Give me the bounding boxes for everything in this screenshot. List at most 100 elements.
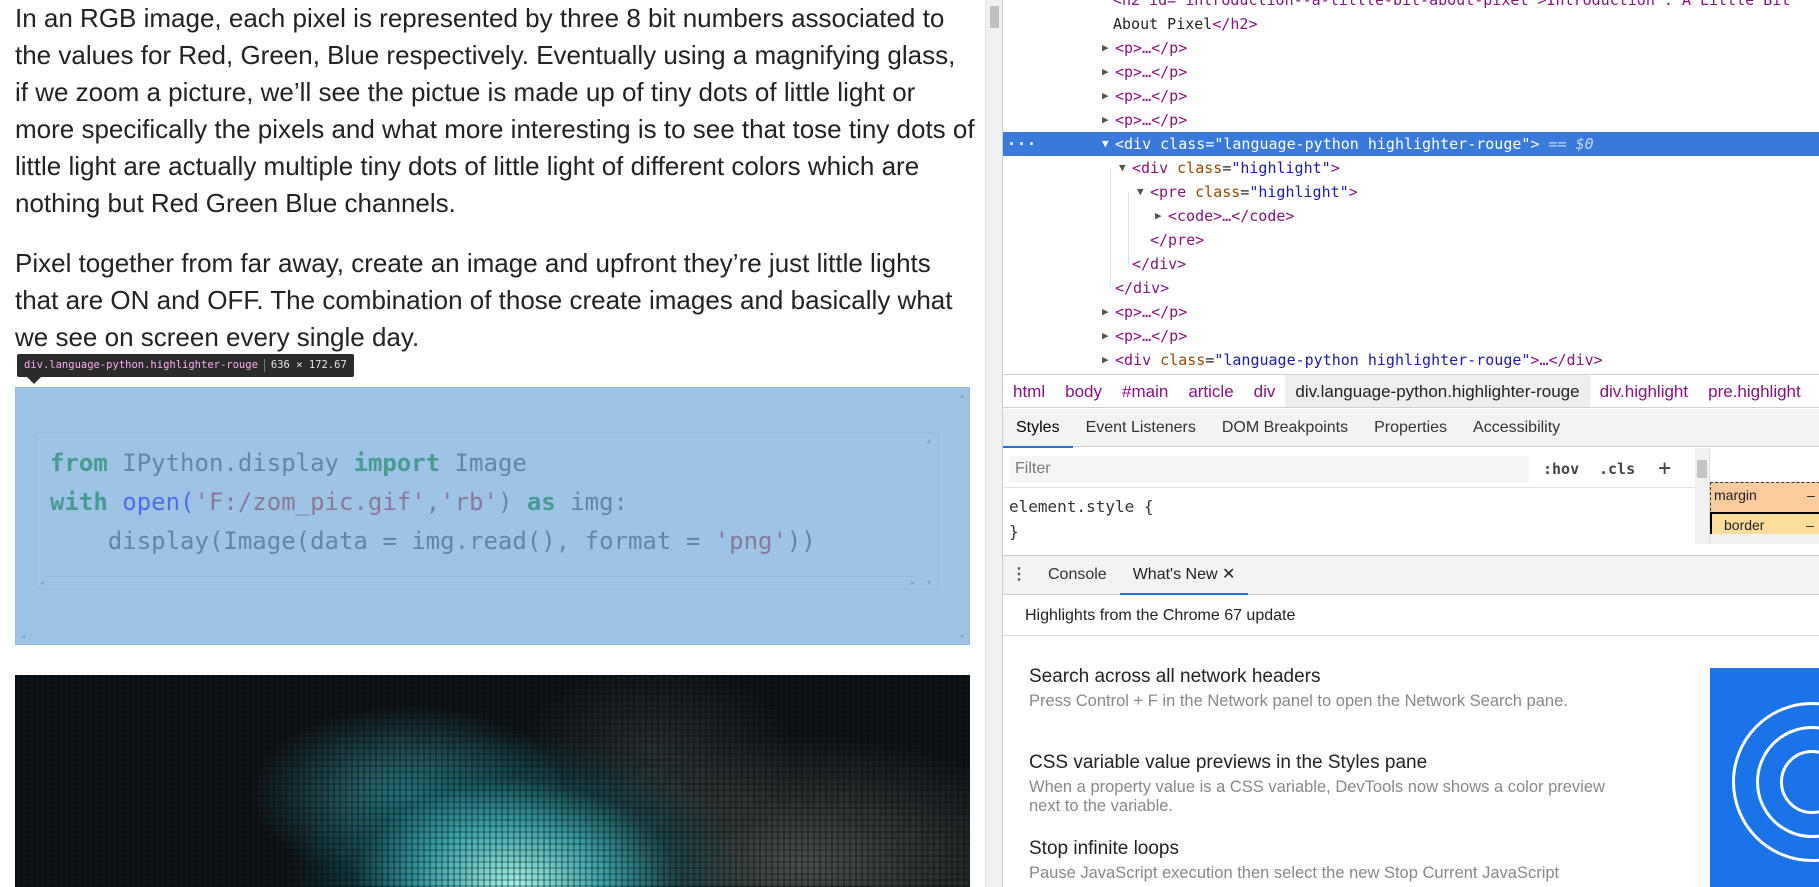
breadcrumb-item-article[interactable]: article	[1178, 375, 1243, 407]
tree-open-tag: <div	[1115, 351, 1152, 369]
whats-new-list: Search across all network headers Press …	[1003, 637, 1819, 887]
news-item[interactable]: CSS variable value previews in the Style…	[1029, 751, 1629, 816]
tab-styles[interactable]: Styles	[1003, 410, 1073, 448]
page-scrollbar-thumb[interactable]	[990, 6, 999, 28]
scroll-right-arrow-icon: ▸	[910, 578, 915, 587]
console-ref-marker: == $0	[1548, 135, 1594, 153]
page-scrollbar[interactable]	[985, 0, 1002, 887]
tab-whats-new-label: What's New	[1132, 566, 1218, 583]
code-token: Image	[454, 449, 527, 477]
tooltip-selector: div.language-python.highlighter-rouge	[24, 359, 258, 371]
new-style-rule-button[interactable]: +	[1658, 456, 1671, 482]
tree-node-text: <p>…</p>	[1115, 39, 1188, 57]
code-line: from IPython.display import Image	[50, 444, 937, 483]
box-model-scrollbar[interactable]	[1710, 534, 1819, 544]
scroll-left-arrow-icon: ◂	[40, 578, 45, 587]
tree-node-pre-close[interactable]: </pre>	[1003, 228, 1819, 252]
tree-node-pre[interactable]: ▼ <pre class="highlight">	[1003, 180, 1819, 204]
scroll-down-arrow-icon: ▾	[926, 578, 931, 587]
breadcrumb-item-div-highlight[interactable]: div.highlight	[1590, 375, 1699, 407]
tree-node-div[interactable]: ▶ <div class="language-python highlighte…	[1003, 348, 1819, 372]
tab-console[interactable]: Console	[1035, 556, 1120, 594]
tree-node-selected-div[interactable]: ··· ▼ <div class="language-python highli…	[1003, 132, 1819, 156]
drawer-menu-icon[interactable]: ⋮	[1003, 556, 1035, 594]
tree-close-tag: </div>	[1115, 279, 1170, 297]
code-token: ))	[786, 527, 816, 555]
styles-filter-input[interactable]	[1009, 456, 1529, 482]
scroll-up-arrow-icon: ▴	[959, 391, 964, 400]
expand-triangle-icon[interactable]: ▶	[1102, 84, 1109, 108]
rule-selector: element.style {	[1009, 497, 1154, 516]
expand-triangle-icon[interactable]: ▶	[1155, 204, 1162, 228]
expand-triangle-icon[interactable]: ▶	[1102, 60, 1109, 84]
code-token: )	[497, 488, 513, 516]
code-token: display(Image(data = img.read(), format …	[107, 527, 715, 555]
code-horizontal-scrollbar[interactable]	[46, 576, 915, 582]
tab-event-listeners[interactable]: Event Listeners	[1073, 409, 1209, 447]
tree-node-p[interactable]: ▶ <p>…</p>	[1003, 324, 1819, 348]
news-item[interactable]: Search across all network headers Press …	[1029, 665, 1629, 711]
collapse-triangle-icon[interactable]: ▼	[1137, 180, 1144, 204]
breadcrumb-item-selected[interactable]: div.language-python.highlighter-rouge	[1285, 375, 1590, 407]
tab-properties[interactable]: Properties	[1361, 409, 1460, 447]
tree-tag-end: >	[1348, 183, 1358, 201]
close-icon[interactable]: ✕	[1222, 566, 1235, 583]
breadcrumb-item-main[interactable]: #main	[1112, 375, 1178, 407]
tree-open-tag: <pre	[1150, 183, 1187, 201]
news-description: When a property value is a CSS variable,…	[1029, 778, 1605, 815]
scroll-left-arrow-icon: ◂	[21, 632, 26, 641]
styles-scrollbar[interactable]	[1695, 448, 1709, 544]
devtools-panel: <h2 id="introduction--a-little-bit-about…	[1002, 0, 1819, 887]
article-paragraph: In an RGB image, each pixel is represent…	[15, 3, 975, 218]
tree-node-code[interactable]: ▶ <code>…</code>	[1003, 204, 1819, 228]
expand-triangle-icon[interactable]: ▶	[1102, 108, 1109, 132]
web-page: In an RGB image, each pixel is represent…	[0, 0, 985, 887]
element-style-rule[interactable]: element.style { }	[1009, 494, 1154, 544]
rule-close-brace: }	[1009, 522, 1019, 541]
breadcrumb-item-html[interactable]: html	[1003, 375, 1055, 407]
tab-dom-breakpoints[interactable]: DOM Breakpoints	[1209, 409, 1361, 447]
tree-node-p[interactable]: ▶ <p>…</p>	[1003, 60, 1819, 84]
tree-node-div-close[interactable]: </div>	[1003, 252, 1819, 276]
breadcrumb-item-div[interactable]: div	[1244, 375, 1286, 407]
tree-node-h2-close[interactable]: About Pixel</h2>	[1003, 12, 1819, 36]
tree-node-h2[interactable]: <h2 id="introduction--a-little-bit-about…	[1003, 0, 1819, 12]
news-title: Search across all network headers	[1029, 666, 1321, 687]
tab-whats-new[interactable]: What's New ✕	[1119, 557, 1249, 595]
code-string: 'rb'	[440, 488, 498, 516]
tab-accessibility[interactable]: Accessibility	[1460, 409, 1573, 447]
news-description: Pause JavaScript execution then select t…	[1029, 864, 1560, 882]
styles-scrollbar-thumb[interactable]	[1697, 460, 1707, 478]
breadcrumb-item-body[interactable]: body	[1055, 375, 1112, 407]
tree-node-text: <p>…</p>	[1115, 327, 1188, 345]
tree-attr-value: "language-python highlighter-rouge"	[1214, 351, 1531, 369]
code-token: open(	[122, 488, 195, 516]
breadcrumb-item-pre-highlight[interactable]: pre.highlight	[1698, 375, 1811, 407]
tree-node-p[interactable]: ▶ <p>…</p>	[1003, 108, 1819, 132]
collapse-triangle-icon[interactable]: ▼	[1102, 132, 1109, 156]
expand-triangle-icon[interactable]: ▶	[1102, 348, 1109, 372]
class-toggle[interactable]: .cls	[1599, 456, 1635, 482]
box-model-diagram: margin – border –	[1709, 448, 1819, 544]
tree-node-text: <code>…</code>	[1168, 207, 1295, 225]
tooltip-dimensions: 636 × 172.67	[270, 359, 347, 371]
code-string: 'F:/zom_pic.gif'	[194, 488, 426, 516]
hover-state-toggle[interactable]: :hov	[1543, 456, 1579, 482]
border-value: –	[1806, 517, 1814, 533]
collapse-triangle-icon[interactable]: ▼	[1119, 156, 1126, 180]
more-options-icon[interactable]: ···	[1007, 132, 1037, 156]
article-paragraph: Pixel together from far away, create an …	[15, 248, 953, 352]
expand-triangle-icon[interactable]: ▶	[1102, 36, 1109, 60]
expand-triangle-icon[interactable]: ▶	[1102, 300, 1109, 324]
tree-node-p[interactable]: ▶ <p>…</p>	[1003, 84, 1819, 108]
tree-attr-value: "highlight"	[1231, 159, 1331, 177]
tree-node-div-close[interactable]: </div>	[1003, 276, 1819, 300]
tree-node-highlight-div[interactable]: ▼ <div class="highlight">	[1003, 156, 1819, 180]
code-keyword: with	[50, 488, 108, 516]
news-item[interactable]: Stop infinite loops Pause JavaScript exe…	[1029, 837, 1629, 883]
elements-tree: <h2 id="introduction--a-little-bit-about…	[1003, 0, 1819, 373]
expand-triangle-icon[interactable]: ▶	[1102, 324, 1109, 348]
tree-node-p[interactable]: ▶ <p>…</p>	[1003, 300, 1819, 324]
tree-node-p[interactable]: ▶ <p>…</p>	[1003, 36, 1819, 60]
tree-attr-value: "highlight"	[1249, 183, 1349, 201]
